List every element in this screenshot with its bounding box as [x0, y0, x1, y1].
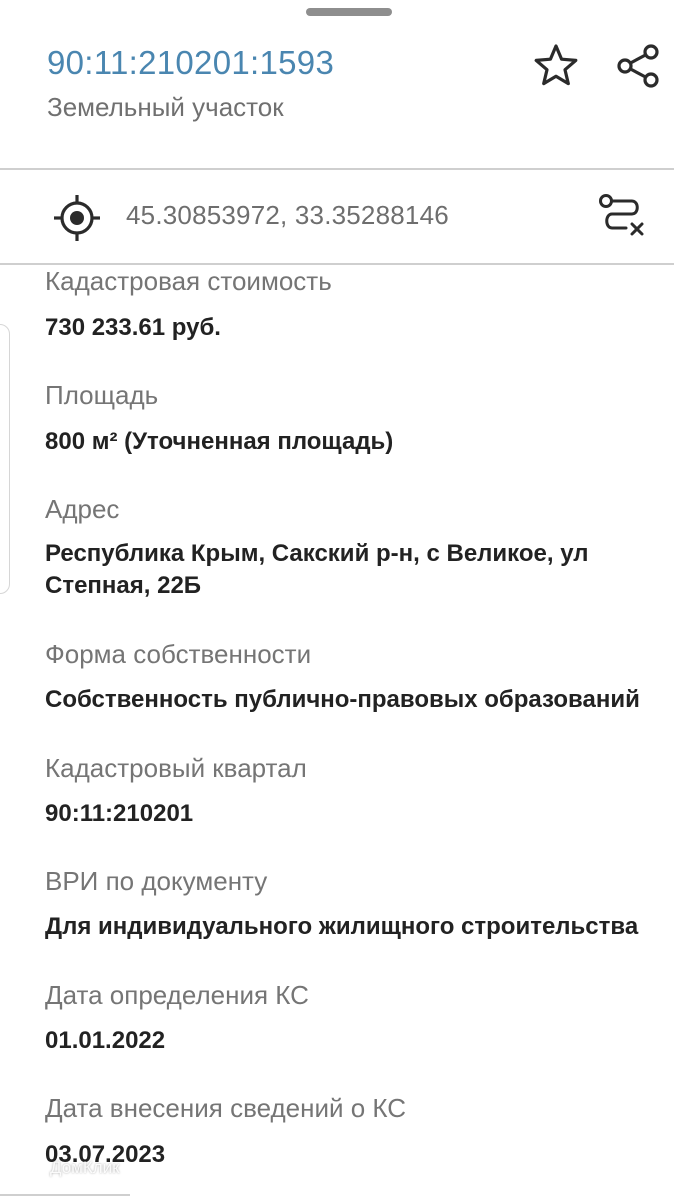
locate-button[interactable]: [50, 191, 104, 245]
field-value-valuation-date: 01.01.2022: [45, 1027, 166, 1054]
coords-divider: [0, 263, 674, 265]
field-value-cadastral-value: 730 233.61 руб.: [45, 314, 221, 341]
cadastral-number: 90:11:210201:1593: [47, 44, 335, 81]
field-label-cadastral-value: Кадастровая стоимость: [45, 266, 332, 296]
sheet-drag-handle[interactable]: [306, 8, 392, 16]
field-value-address: Республика Крым, Сакский р-н, с Великое,…: [45, 540, 589, 599]
field-label-permitted-use: ВРИ по документу: [45, 866, 268, 896]
share-icon: [617, 44, 659, 88]
object-type: Земельный участок: [47, 92, 284, 122]
field-label-cadastral-quarter: Кадастровый квартал: [45, 753, 307, 783]
header-divider: [0, 168, 674, 170]
route-button[interactable]: [594, 190, 650, 246]
share-button[interactable]: [612, 40, 664, 92]
crosshair-icon: [54, 195, 100, 241]
star-icon: [534, 44, 578, 86]
field-value-ownership: Собственность публично-правовых образова…: [45, 686, 640, 713]
field-label-area: Площадь: [45, 380, 159, 410]
side-panel-handle[interactable]: [0, 324, 10, 594]
field-label-address: Адрес: [45, 494, 120, 524]
field-value-cadastral-quarter: 90:11:210201: [45, 800, 194, 827]
field-label-ownership: Форма собственности: [45, 639, 312, 669]
watermark-text: ДомКлик: [50, 1158, 120, 1177]
field-label-valuation-date: Дата определения КС: [45, 980, 309, 1010]
bottom-divider: [0, 1194, 130, 1196]
field-value-area: 800 м² (Уточненная площадь): [45, 428, 394, 455]
field-label-entry-date: Дата внесения сведений о КС: [45, 1093, 407, 1123]
watermark: ДомКлик: [24, 1158, 120, 1178]
house-logo-icon: [25, 1159, 43, 1177]
route-clear-icon: [599, 194, 644, 236]
coordinates-text[interactable]: 45.30853972, 33.35288146: [126, 200, 449, 231]
field-value-permitted-use: Для индивидуального жилищного строительс…: [45, 913, 639, 940]
favorite-button[interactable]: [530, 40, 582, 92]
